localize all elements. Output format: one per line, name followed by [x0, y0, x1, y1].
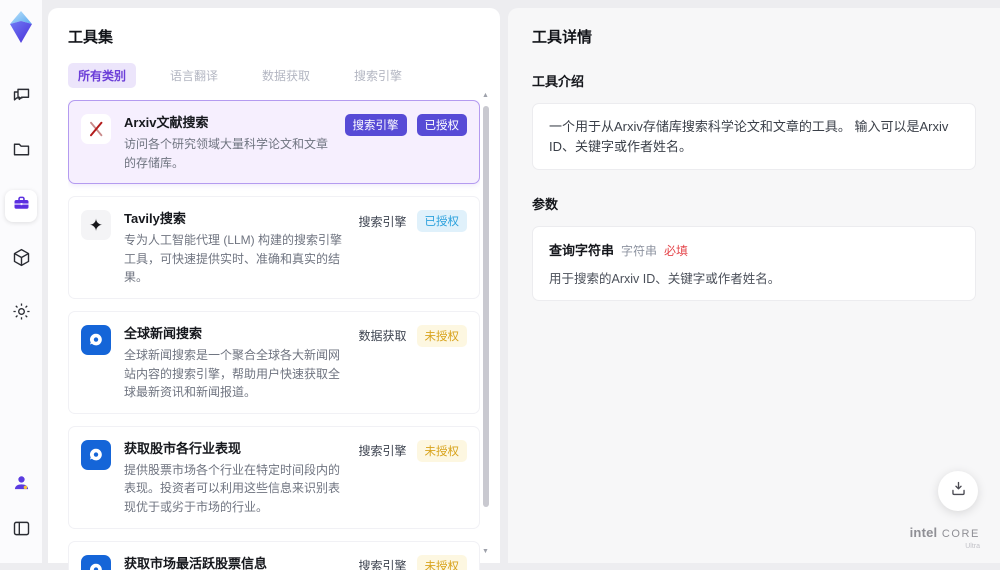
- news-app-icon: [81, 554, 111, 570]
- cube-icon: [11, 247, 32, 273]
- tool-name: 获取股市各行业表现: [124, 440, 242, 456]
- news-app-icon: [81, 324, 111, 355]
- tool-description: 提供股票市场各个行业在特定时间段内的表现。投资者可以利用这些信息来识别表现优于或…: [124, 462, 341, 514]
- tool-row-global-news[interactable]: 全球新闻搜索 全球新闻搜索是一个聚合全球各大新闻网站内容的搜索引擎，帮助用户快速…: [68, 310, 480, 414]
- tool-details-panel: 工具详情 工具介绍 一个用于从Arxiv存储库搜索科学论文和文章的工具。 输入可…: [508, 8, 1000, 563]
- tool-row-sector-performance[interactable]: 获取股市各行业表现 提供股票市场各个行业在特定时间段内的表现。投资者可以利用这些…: [68, 425, 480, 529]
- tab-translation[interactable]: 语言翻译: [160, 63, 228, 88]
- gear-icon: [11, 301, 32, 327]
- param-description: 用于搜索的Arxiv ID、关键字或作者姓名。: [549, 272, 781, 286]
- intel-core-logo: intel CORE Ultra: [910, 524, 980, 551]
- intro-heading: 工具介绍: [532, 74, 585, 89]
- tool-name: Arxiv文献搜索: [124, 115, 209, 130]
- download-icon: [949, 479, 968, 503]
- sidebar-item-chat[interactable]: [5, 82, 37, 114]
- collapse-panel-button[interactable]: [5, 515, 37, 547]
- category-label: 搜索引擎: [358, 559, 407, 570]
- scroll-down-icon[interactable]: ▼: [482, 548, 489, 555]
- news-app-icon: [81, 439, 111, 470]
- tab-search-engine[interactable]: 搜索引擎: [344, 63, 412, 88]
- param-name: 查询字符串: [549, 243, 615, 258]
- tool-list: Arxiv文献搜索 访问各个研究领域大量科学论文和文章的存储库。 搜索引擎 已授…: [68, 100, 480, 570]
- page-title: 工具集: [68, 29, 114, 46]
- tool-list-scrollbar[interactable]: ▲ ▼: [481, 92, 491, 555]
- category-badge: 搜索引擎: [344, 114, 407, 136]
- tool-description: 访问各个研究领域大量科学论文和文章的存储库。: [124, 137, 329, 170]
- tab-all-categories[interactable]: 所有类别: [68, 63, 137, 88]
- params-heading: 参数: [532, 197, 559, 212]
- rail-bottom: [0, 469, 42, 547]
- category-label: 数据获取: [358, 329, 407, 344]
- auth-status-badge: 未授权: [416, 439, 467, 462]
- user-icon: [11, 472, 32, 498]
- auth-status-badge: 已授权: [416, 114, 467, 136]
- category-label: 搜索引擎: [358, 444, 407, 459]
- param-type: 字符串: [621, 244, 658, 258]
- auth-status-badge: 已授权: [416, 210, 467, 233]
- download-button[interactable]: [938, 471, 978, 511]
- tool-name: 获取市场最活跃股票信息: [124, 555, 268, 570]
- details-title: 工具详情: [532, 29, 593, 46]
- param-box: 查询字符串 字符串 必填 用于搜索的Arxiv ID、关键字或作者姓名。: [532, 226, 976, 301]
- tool-row-most-active-stocks[interactable]: 获取市场最活跃股票信息 提供当天交易量最高的股票列表，投资者可以利用这些信息来识…: [68, 540, 480, 570]
- brand-ultra: Ultra: [965, 543, 980, 551]
- intro-text: 一个用于从Arxiv存储库搜索科学论文和文章的工具。 输入可以是Arxiv ID…: [549, 119, 949, 154]
- app-logo-icon[interactable]: [6, 10, 36, 44]
- scrollbar-thumb[interactable]: [483, 106, 489, 507]
- scroll-up-icon[interactable]: ▲: [482, 92, 489, 99]
- briefcase-icon: [11, 193, 32, 219]
- sidebar-item-packages[interactable]: [5, 244, 37, 276]
- folder-icon: [11, 139, 32, 165]
- app-rail: [0, 0, 42, 563]
- tools-panel: 工具集 所有类别 语言翻译 数据获取 搜索引擎 Arxiv文献搜索 访问各个研究…: [48, 8, 500, 570]
- tool-description: 全球新闻搜索是一个聚合全球各大新闻网站内容的搜索引擎，帮助用户快速获取全球最新资…: [124, 347, 341, 400]
- tool-name: Tavily搜索: [124, 211, 186, 227]
- sidebar-item-files[interactable]: [5, 136, 37, 168]
- rail-nav: [5, 82, 37, 330]
- category-label: 搜索引擎: [358, 214, 407, 229]
- tool-row-tavily[interactable]: ✦ Tavily搜索 专为人工智能代理 (LLM) 构建的搜索引擎工具，可快速提…: [68, 196, 480, 299]
- auth-status-badge: 未授权: [416, 554, 467, 570]
- brand-core: CORE: [941, 527, 980, 540]
- brand-intel: intel: [909, 524, 938, 540]
- param-required-flag: 必填: [664, 244, 689, 258]
- tool-description: 专为人工智能代理 (LLM) 构建的搜索引擎工具，可快速提供实时、准确和真实的结…: [124, 233, 343, 285]
- chat-icon: [11, 85, 32, 111]
- tool-name: 全球新闻搜索: [124, 325, 203, 341]
- tab-data-fetch[interactable]: 数据获取: [252, 63, 320, 88]
- panel-toggle-icon: [11, 518, 32, 544]
- user-avatar-button[interactable]: [5, 469, 37, 501]
- sidebar-item-toolbox[interactable]: [5, 190, 37, 222]
- category-tabs: 所有类别 语言翻译 数据获取 搜索引擎: [68, 63, 500, 88]
- auth-status-badge: 未授权: [416, 324, 467, 347]
- arxiv-icon: [81, 114, 111, 144]
- tool-row-arxiv[interactable]: Arxiv文献搜索 访问各个研究领域大量科学论文和文章的存储库。 搜索引擎 已授…: [68, 100, 480, 185]
- intro-box: 一个用于从Arxiv存储库搜索科学论文和文章的工具。 输入可以是Arxiv ID…: [532, 103, 976, 170]
- sidebar-item-settings[interactable]: [5, 298, 37, 330]
- tavily-icon: ✦: [81, 210, 111, 241]
